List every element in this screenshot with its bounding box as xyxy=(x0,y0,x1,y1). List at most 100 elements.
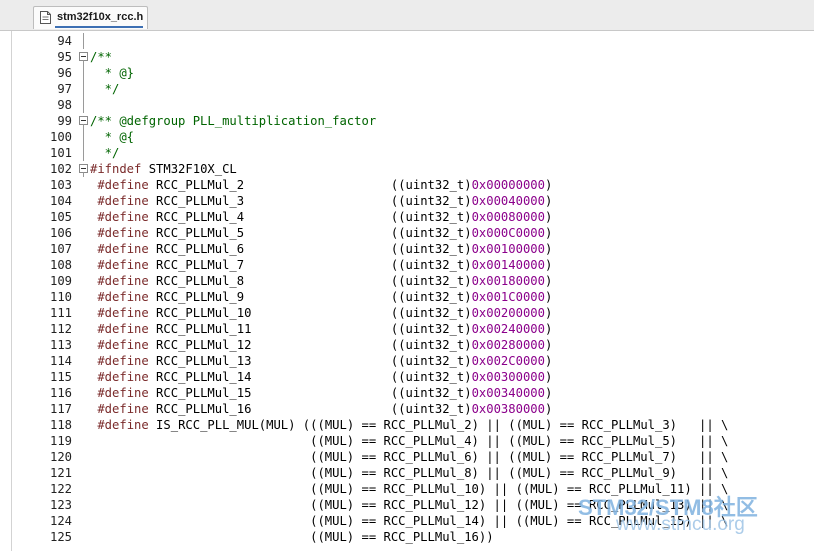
code-line[interactable]: 125 ((MUL) == RCC_PLLMul_16)) xyxy=(0,529,814,545)
code-text: */ xyxy=(90,82,120,96)
code-text: #define IS_RCC_PLL_MUL(MUL) (((MUL) == R… xyxy=(97,418,729,432)
active-tab-indicator xyxy=(55,26,143,28)
code-line[interactable]: 123 ((MUL) == RCC_PLLMul_12) || ((MUL) =… xyxy=(0,497,814,513)
line-number: 110 xyxy=(49,290,72,304)
code-text: #define RCC_PLLMul_16 ((uint32_t)0x00380… xyxy=(97,402,553,416)
code-line[interactable]: 121 ((MUL) == RCC_PLLMul_8) || ((MUL) ==… xyxy=(0,465,814,481)
fold-empty xyxy=(78,513,89,529)
code-line[interactable]: 110 #define RCC_PLLMul_9 ((uint32_t)0x00… xyxy=(0,289,814,305)
code-text: * @} xyxy=(90,66,135,80)
code-line[interactable]: 122 ((MUL) == RCC_PLLMul_10) || ((MUL) =… xyxy=(0,481,814,497)
code-line[interactable]: 95 /** xyxy=(0,49,814,65)
code-line[interactable]: 99 /** @defgroup PLL_multiplication_facto… xyxy=(0,113,814,129)
code-line[interactable]: 120 ((MUL) == RCC_PLLMul_6) || ((MUL) ==… xyxy=(0,449,814,465)
fold-guide-icon xyxy=(83,81,84,97)
code-text: /** @defgroup PLL_multiplication_factor xyxy=(90,114,377,128)
fold-collapse-icon[interactable] xyxy=(78,113,89,129)
code-line[interactable]: 104 #define RCC_PLLMul_3 ((uint32_t)0x00… xyxy=(0,193,814,209)
code-text: #define RCC_PLLMul_13 ((uint32_t)0x002C0… xyxy=(97,354,553,368)
line-number: 123 xyxy=(49,498,72,512)
tab-stm32f10x-rcc-h[interactable]: stm32f10x_rcc.h xyxy=(33,6,148,29)
code-line[interactable]: 98 xyxy=(0,97,814,113)
code-line[interactable]: 114 #define RCC_PLLMul_13 ((uint32_t)0x0… xyxy=(0,353,814,369)
code-line[interactable]: 103 #define RCC_PLLMul_2 ((uint32_t)0x00… xyxy=(0,177,814,193)
code-text: ((MUL) == RCC_PLLMul_4) || ((MUL) == RCC… xyxy=(90,434,729,448)
line-number: 98 xyxy=(57,98,72,112)
fold-empty xyxy=(78,177,89,193)
line-number: 116 xyxy=(49,386,72,400)
line-number: 119 xyxy=(49,434,72,448)
fold-empty xyxy=(78,497,89,513)
code-text: #define RCC_PLLMul_15 ((uint32_t)0x00340… xyxy=(97,386,553,400)
fold-empty xyxy=(78,241,89,257)
line-number: 115 xyxy=(49,370,72,384)
fold-empty xyxy=(78,353,89,369)
line-number: 125 xyxy=(49,530,72,544)
fold-guide-icon xyxy=(83,129,84,145)
code-line[interactable]: 94 xyxy=(0,33,814,49)
line-number: 113 xyxy=(49,338,72,352)
code-line[interactable]: 97 */ xyxy=(0,81,814,97)
code-line[interactable]: 113 #define RCC_PLLMul_12 ((uint32_t)0x0… xyxy=(0,337,814,353)
code-text: ((MUL) == RCC_PLLMul_8) || ((MUL) == RCC… xyxy=(90,466,729,480)
code-text: #define RCC_PLLMul_5 ((uint32_t)0x000C00… xyxy=(97,226,553,240)
line-number: 101 xyxy=(49,146,72,160)
line-number: 114 xyxy=(49,354,72,368)
fold-empty xyxy=(78,449,89,465)
fold-collapse-icon[interactable] xyxy=(78,161,89,177)
code-line[interactable]: 117 #define RCC_PLLMul_16 ((uint32_t)0x0… xyxy=(0,401,814,417)
line-number: 99 xyxy=(57,114,72,128)
code-text: #ifndef STM32F10X_CL xyxy=(90,162,237,176)
tab-label: stm32f10x_rcc.h xyxy=(57,11,144,23)
code-line[interactable]: 105 #define RCC_PLLMul_4 ((uint32_t)0x00… xyxy=(0,209,814,225)
code-text: #define RCC_PLLMul_9 ((uint32_t)0x001C00… xyxy=(97,290,553,304)
code-text: ((MUL) == RCC_PLLMul_10) || ((MUL) == RC… xyxy=(90,482,729,496)
fold-collapse-icon[interactable] xyxy=(78,49,89,65)
code-text: #define RCC_PLLMul_2 ((uint32_t)0x000000… xyxy=(97,178,553,192)
line-number: 112 xyxy=(49,322,72,336)
code-text: ((MUL) == RCC_PLLMul_12) || ((MUL) == RC… xyxy=(90,498,729,512)
code-text: ((MUL) == RCC_PLLMul_14) || ((MUL) == RC… xyxy=(90,514,729,528)
fold-empty xyxy=(78,465,89,481)
code-line[interactable]: 108 #define RCC_PLLMul_7 ((uint32_t)0x00… xyxy=(0,257,814,273)
code-line[interactable]: 119 ((MUL) == RCC_PLLMul_4) || ((MUL) ==… xyxy=(0,433,814,449)
line-number: 97 xyxy=(57,82,72,96)
line-number: 122 xyxy=(49,482,72,496)
code-line[interactable]: 101 */ xyxy=(0,145,814,161)
line-number: 124 xyxy=(49,514,72,528)
code-line[interactable]: 102 #ifndef STM32F10X_CL xyxy=(0,161,814,177)
code-line[interactable]: 96 * @} xyxy=(0,65,814,81)
line-number: 95 xyxy=(57,50,72,64)
line-number: 96 xyxy=(57,66,72,80)
code-line[interactable]: 124 ((MUL) == RCC_PLLMul_14) || ((MUL) =… xyxy=(0,513,814,529)
code-text: #define RCC_PLLMul_7 ((uint32_t)0x001400… xyxy=(97,258,553,272)
code-line[interactable]: 112 #define RCC_PLLMul_11 ((uint32_t)0x0… xyxy=(0,321,814,337)
code-text: ((MUL) == RCC_PLLMul_16)) xyxy=(90,530,494,544)
code-text: #define RCC_PLLMul_11 ((uint32_t)0x00240… xyxy=(97,322,553,336)
code-text: #define RCC_PLLMul_3 ((uint32_t)0x000400… xyxy=(97,194,553,208)
code-line[interactable]: 100 * @{ xyxy=(0,129,814,145)
fold-empty xyxy=(78,385,89,401)
code-line[interactable]: 109 #define RCC_PLLMul_8 ((uint32_t)0x00… xyxy=(0,273,814,289)
line-number: 117 xyxy=(49,402,72,416)
code-line[interactable]: 111 #define RCC_PLLMul_10 ((uint32_t)0x0… xyxy=(0,305,814,321)
editor-tab-bar: stm32f10x_rcc.h xyxy=(0,0,814,31)
code-text: */ xyxy=(90,146,120,160)
code-line[interactable]: 115 #define RCC_PLLMul_14 ((uint32_t)0x0… xyxy=(0,369,814,385)
fold-empty xyxy=(78,209,89,225)
code-line[interactable]: 106 #define RCC_PLLMul_5 ((uint32_t)0x00… xyxy=(0,225,814,241)
code-line[interactable]: 118 #define IS_RCC_PLL_MUL(MUL) (((MUL) … xyxy=(0,417,814,433)
code-text: #define RCC_PLLMul_8 ((uint32_t)0x001800… xyxy=(97,274,553,288)
code-text: #define RCC_PLLMul_12 ((uint32_t)0x00280… xyxy=(97,338,553,352)
fold-empty xyxy=(78,401,89,417)
line-number: 118 xyxy=(49,418,72,432)
code-text: #define RCC_PLLMul_14 ((uint32_t)0x00300… xyxy=(97,370,553,384)
code-line[interactable]: 116 #define RCC_PLLMul_15 ((uint32_t)0x0… xyxy=(0,385,814,401)
fold-empty xyxy=(78,417,89,433)
code-line[interactable]: 107 #define RCC_PLLMul_6 ((uint32_t)0x00… xyxy=(0,241,814,257)
fold-empty xyxy=(78,481,89,497)
fold-empty xyxy=(78,273,89,289)
line-number: 108 xyxy=(49,258,72,272)
line-number: 104 xyxy=(49,194,72,208)
code-text: * @{ xyxy=(90,130,135,144)
